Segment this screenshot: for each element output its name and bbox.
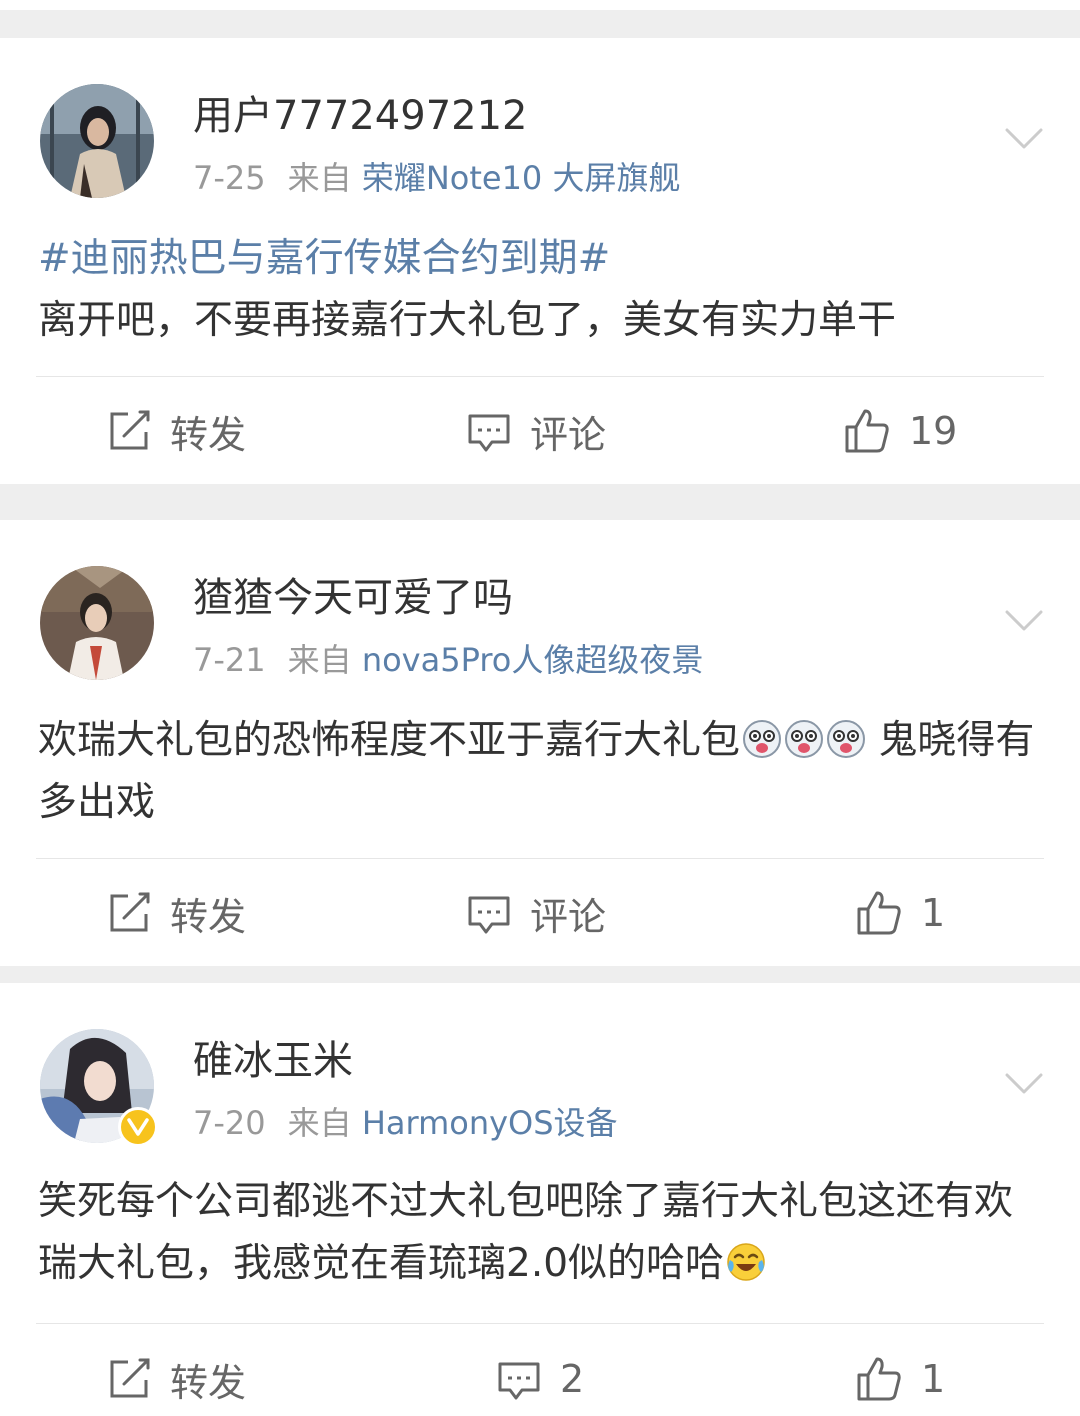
thumbs-up-icon: [857, 891, 901, 935]
comment-label: 评论: [530, 412, 607, 457]
like-button[interactable]: 1: [855, 883, 945, 943]
doge-emoji: [785, 720, 824, 758]
post-card: 用户7772497212 7-25 来自 荣耀Note10 大屏旗舰 #迪丽热巴与…: [0, 38, 1080, 484]
verified-badge: [118, 1107, 158, 1147]
post-date: 7-25: [193, 159, 266, 197]
comment-button[interactable]: 评论: [466, 401, 606, 461]
divider: [36, 376, 1044, 377]
comment-icon: [468, 414, 510, 452]
like-count: 1: [921, 891, 946, 935]
repost-label: 转发: [170, 412, 247, 457]
comment-label: 评论: [530, 894, 607, 939]
avatar-image: [40, 566, 154, 680]
comment-button[interactable]: 评论: [466, 883, 606, 943]
post-meta: 7-20 来自 HarmonyOS设备: [193, 1103, 618, 1143]
repost-button[interactable]: 转发: [106, 883, 246, 943]
like-button[interactable]: 19: [843, 401, 957, 461]
like-count: 19: [909, 409, 958, 453]
post-text: 欢瑞大礼包的恐怖程度不亚于嘉行大礼包: [38, 718, 741, 763]
like-button[interactable]: 1: [855, 1349, 945, 1409]
hashtag-link[interactable]: #迪丽热巴与嘉行传媒合约到期#: [38, 228, 1044, 290]
repost-label: 转发: [170, 894, 247, 939]
avatar[interactable]: [40, 566, 154, 680]
from-label: 来自: [287, 641, 352, 679]
chevron-down-icon[interactable]: [1004, 126, 1044, 152]
comment-icon: [468, 896, 510, 934]
repost-icon: [110, 892, 150, 932]
post-content: 欢瑞大礼包的恐怖程度不亚于嘉行大礼包 鬼晓得有多出戏: [38, 710, 1044, 834]
post-card: 碓冰玉米 7-20 来自 HarmonyOS设备 笑死每个公司都逃不过大礼包吧除了…: [0, 983, 1080, 1416]
repost-button[interactable]: 转发: [106, 1349, 246, 1409]
device-source-link[interactable]: 荣耀Note10 大屏旗舰: [362, 159, 681, 197]
v-icon: [127, 1118, 149, 1136]
comment-count: 2: [560, 1357, 585, 1401]
comment-icon: [498, 1362, 540, 1400]
doge-emoji: [827, 720, 866, 758]
repost-label: 转发: [170, 1360, 247, 1405]
chevron-down-icon[interactable]: [1004, 608, 1044, 634]
doge-emoji: [743, 720, 782, 758]
post-date: 7-21: [193, 641, 266, 679]
post-content: #迪丽热巴与嘉行传媒合约到期# 离开吧，不要再接嘉行大礼包了，美女有实力单干: [38, 228, 1044, 352]
avatar[interactable]: [40, 84, 154, 198]
thumbs-up-icon: [857, 1357, 901, 1401]
username[interactable]: 用户7772497212: [193, 90, 528, 142]
from-label: 来自: [287, 1104, 352, 1142]
post-date: 7-20: [193, 1104, 266, 1142]
username[interactable]: 猹猹今天可爱了吗: [193, 572, 513, 624]
repost-button[interactable]: 转发: [106, 401, 246, 461]
from-label: 来自: [287, 159, 352, 197]
chevron-down-icon[interactable]: [1004, 1071, 1044, 1097]
like-count: 1: [921, 1357, 946, 1401]
post-text: 笑死每个公司都逃不过大礼包吧除了嘉行大礼包这还有欢瑞大礼包，我感觉在看琉璃2.0…: [38, 1179, 1014, 1286]
post-text: 离开吧，不要再接嘉行大礼包了，美女有实力单干: [38, 298, 897, 343]
post-meta: 7-25 来自 荣耀Note10 大屏旗舰: [193, 158, 680, 198]
top-strip: [0, 0, 1080, 10]
post-meta: 7-21 来自 nova5Pro人像超级夜景: [193, 640, 703, 680]
thumbs-up-icon: [845, 409, 889, 453]
device-source-link[interactable]: HarmonyOS设备: [362, 1104, 618, 1142]
divider: [36, 858, 1044, 859]
comment-button[interactable]: 2: [496, 1349, 584, 1409]
repost-icon: [110, 1358, 150, 1398]
avatar-image: [40, 84, 154, 198]
username[interactable]: 碓冰玉米: [193, 1035, 353, 1087]
repost-icon: [110, 410, 150, 450]
post-content: 笑死每个公司都逃不过大礼包吧除了嘉行大礼包这还有欢瑞大礼包，我感觉在看琉璃2.0…: [38, 1171, 1044, 1295]
divider: [36, 1323, 1044, 1324]
device-source-link[interactable]: nova5Pro人像超级夜景: [362, 641, 704, 679]
post-card: 猹猹今天可爱了吗 7-21 来自 nova5Pro人像超级夜景 欢瑞大礼包的恐怖程…: [0, 520, 1080, 966]
laugh-cry-emoji: [727, 1243, 765, 1281]
